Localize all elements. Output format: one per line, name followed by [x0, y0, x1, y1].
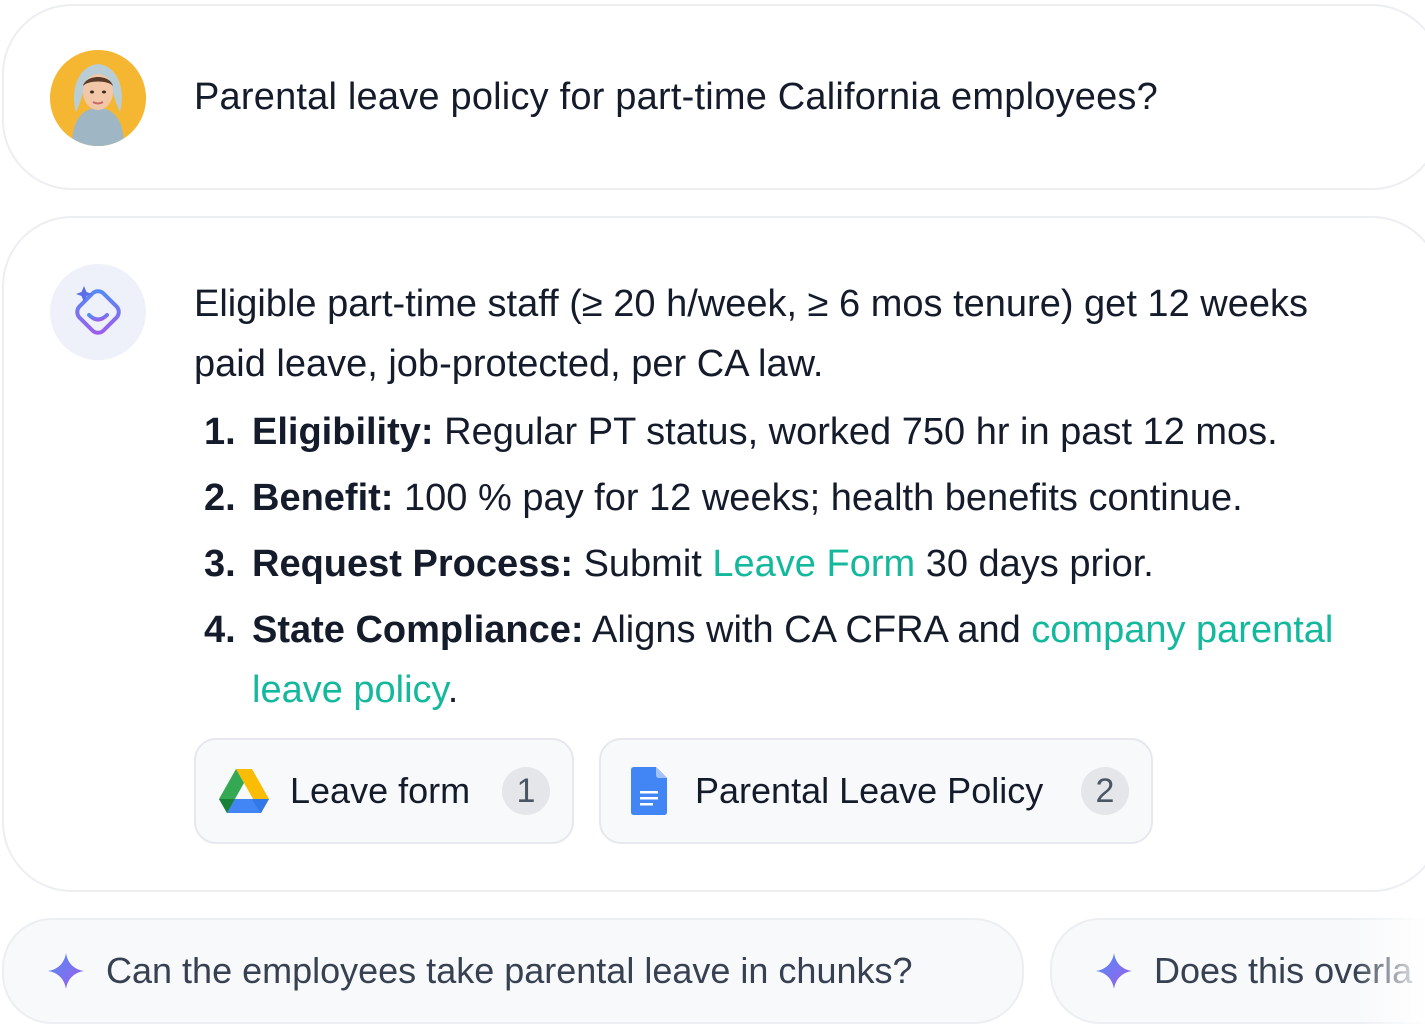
list-item-label: Benefit: — [252, 477, 394, 519]
list-item-text: . — [447, 669, 459, 711]
list-item: 2. Benefit: 100 % pay for 12 weeks; healt… — [204, 468, 1394, 528]
source-chip-leave-form[interactable]: Leave form 1 — [194, 738, 574, 844]
suggestion-text: Can the employees take parental leave in… — [106, 950, 913, 991]
assistant-avatar — [50, 264, 146, 360]
suggestion-chip[interactable]: Can the employees take parental leave in… — [2, 918, 1024, 1024]
list-item: 3. Request Process: Submit Leave Form 30 … — [204, 534, 1394, 594]
source-chip-label: Leave form — [290, 770, 471, 811]
sparkle-icon — [1096, 953, 1132, 989]
source-count-badge: 1 — [502, 767, 550, 815]
leave-form-link[interactable]: Leave Form — [712, 543, 915, 585]
list-item-text: Regular PT status, worked 750 hr in past… — [433, 411, 1278, 453]
source-chip-label: Parental Leave Policy — [695, 770, 1044, 811]
google-docs-icon — [623, 765, 675, 817]
list-item-label: State Compliance: — [252, 609, 584, 651]
suggestion-chip[interactable]: Does this overla — [1050, 918, 1425, 1024]
assistant-logo-icon — [50, 264, 146, 360]
answer-list: 1. Eligibility: Regular PT status, worked… — [204, 402, 1394, 726]
list-item-number: 4. — [204, 609, 236, 651]
list-item-number: 1. — [204, 411, 236, 453]
list-item-text: 100 % pay for 12 weeks; health benefits … — [393, 477, 1243, 519]
list-item-number: 2. — [204, 477, 236, 519]
list-item-label: Request Process: — [252, 543, 574, 585]
suggestion-text: Does this overla — [1154, 950, 1413, 991]
sparkle-icon — [48, 953, 84, 989]
list-item-text: 30 days prior. — [915, 543, 1154, 585]
list-item-label: Eligibility: — [252, 411, 434, 453]
list-item: 1. Eligibility: Regular PT status, worked… — [204, 402, 1394, 462]
user-avatar — [50, 50, 146, 146]
list-item-number: 3. — [204, 543, 236, 585]
list-item-text: Aligns with CA CFRA and — [583, 609, 1032, 651]
assistant-answer-card: Eligible part-time staff (≥ 20 h/week, ≥… — [2, 216, 1425, 892]
user-question-card: Parental leave policy for part-time Cali… — [2, 4, 1425, 190]
google-drive-icon — [218, 765, 270, 817]
source-chip-parental-leave-policy[interactable]: Parental Leave Policy 2 — [599, 738, 1153, 844]
source-count-badge: 2 — [1081, 767, 1129, 815]
list-item-text: Submit — [573, 543, 713, 585]
list-item: 4. State Compliance: Aligns with CA CFRA … — [204, 600, 1394, 720]
question-text: Parental leave policy for part-time Cali… — [194, 76, 1158, 118]
user-avatar-portrait-icon — [50, 50, 146, 146]
answer-summary: Eligible part-time staff (≥ 20 h/week, ≥… — [194, 283, 1308, 385]
